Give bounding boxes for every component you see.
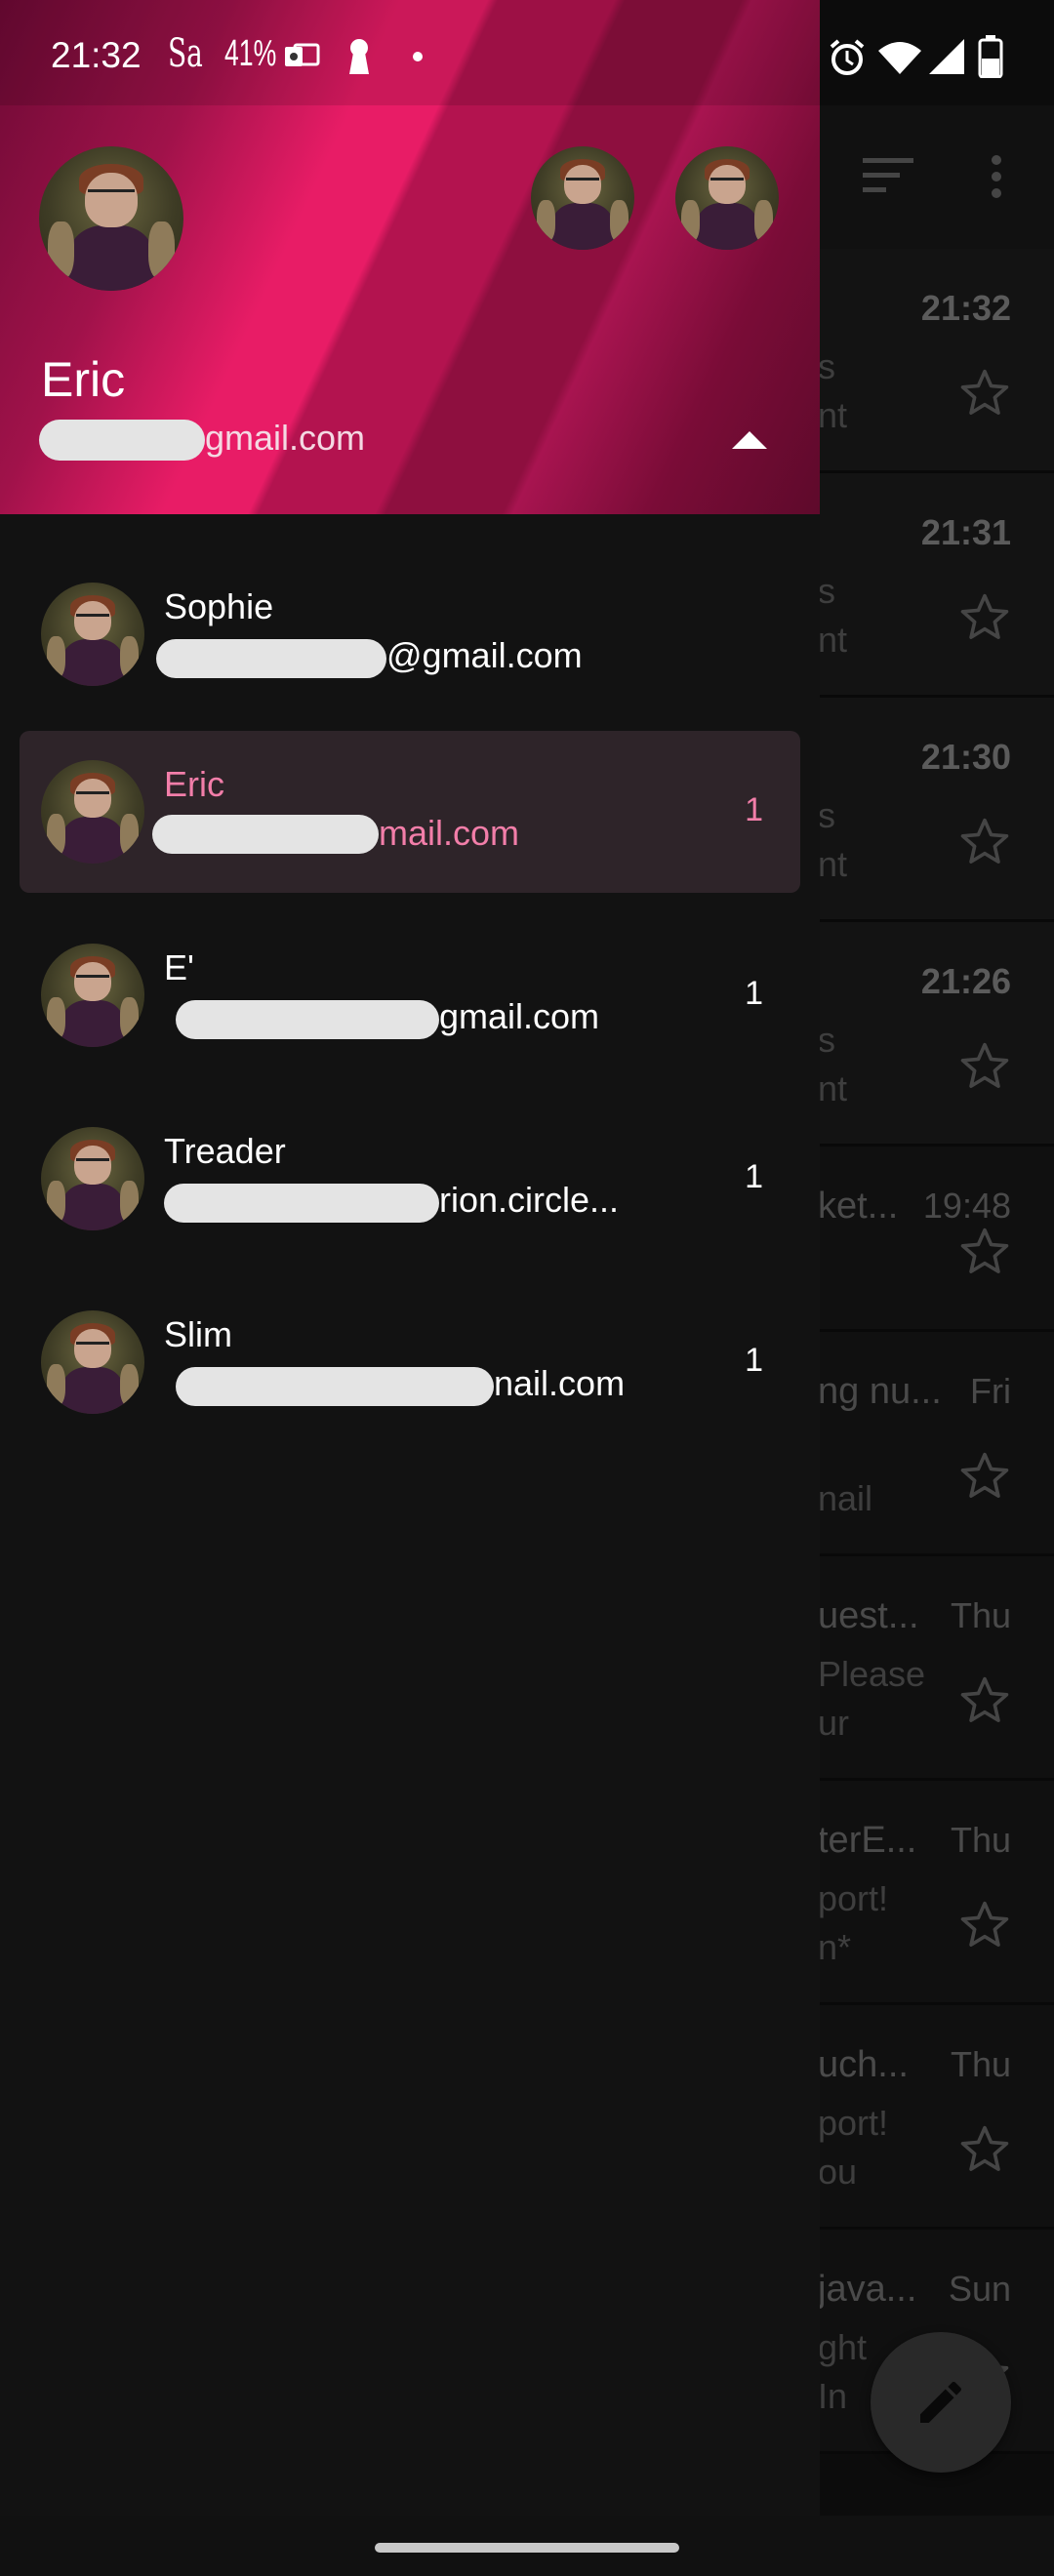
account-name: Eric (164, 764, 224, 804)
keyhole-icon (349, 39, 369, 74)
account-item[interactable]: E' gmail.com 1 (20, 914, 800, 1076)
carrier-label: Sa (168, 31, 203, 76)
account-avatar (41, 944, 144, 1047)
account-avatar (41, 583, 144, 686)
status-time: 21:32 (51, 35, 142, 75)
redaction-mark (176, 1367, 494, 1406)
account-avatar (41, 760, 144, 864)
caret-up-icon[interactable] (730, 429, 769, 451)
account-item[interactable]: Sophie @gmail.com (20, 553, 800, 715)
redaction-mark (156, 639, 386, 678)
alarm-icon (830, 39, 865, 75)
account-item[interactable]: Slim nail.com 1 (20, 1281, 800, 1443)
redaction-mark (152, 815, 379, 854)
account-avatar (41, 1310, 144, 1414)
unread-count: 1 (745, 1342, 763, 1379)
switch-account-avatar[interactable] (675, 146, 779, 250)
unread-count: 1 (745, 1158, 763, 1195)
outlook-icon (285, 43, 320, 66)
redaction-mark (176, 1000, 439, 1039)
gesture-nav-bar (0, 2516, 1054, 2576)
switch-account-avatar[interactable] (531, 146, 634, 250)
current-account-name: Eric (41, 352, 126, 407)
battery-icon (978, 35, 1003, 78)
redaction-mark (39, 420, 205, 461)
account-name: Sophie (164, 586, 274, 626)
unread-count: 1 (745, 791, 763, 828)
account-drawer: Eric gmail.com Sophie @gmail.com Eric mail.… (0, 0, 820, 2516)
signal-icon (929, 39, 964, 74)
wifi-icon (878, 42, 921, 74)
account-item[interactable]: Treader rion.circle... 1 (20, 1098, 800, 1260)
account-name: E' (164, 947, 194, 987)
unread-count: 1 (745, 975, 763, 1012)
home-handle[interactable] (375, 2543, 679, 2553)
status-bar: 21:32 Sa 41% (0, 0, 1054, 105)
dot-icon (413, 52, 423, 61)
current-account-avatar[interactable] (39, 146, 183, 291)
account-avatar (41, 1127, 144, 1230)
account-item[interactable]: Eric mail.com 1 (20, 731, 800, 893)
redaction-mark (164, 1184, 439, 1223)
account-name: Treader (164, 1131, 286, 1171)
account-name: Slim (164, 1314, 232, 1354)
battery-percent-label: 41% (224, 33, 277, 74)
